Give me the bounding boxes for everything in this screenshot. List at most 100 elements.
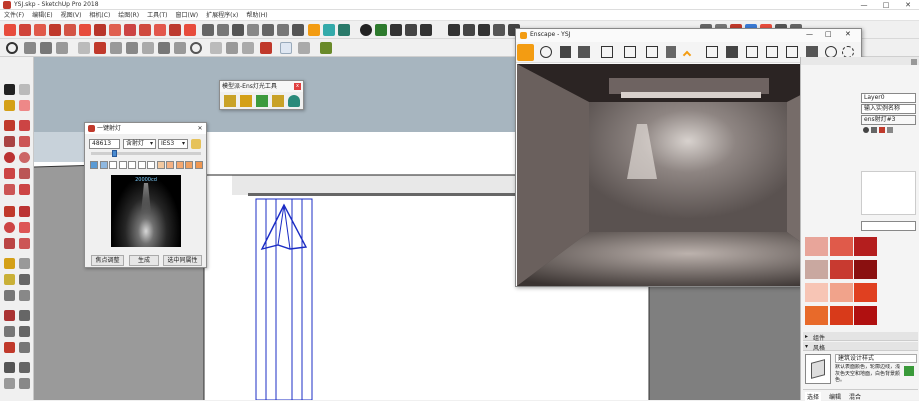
add-icon[interactable] xyxy=(360,24,372,36)
section-styles[interactable]: ▾ 风格 xyxy=(803,342,918,352)
generate-button[interactable]: 生成 xyxy=(129,255,159,266)
tool-icon[interactable] xyxy=(184,24,196,36)
tool-icon[interactable] xyxy=(4,24,16,36)
color-swatch[interactable] xyxy=(175,161,184,169)
section-components[interactable]: ▸ 组件 xyxy=(803,332,918,342)
color-swatch[interactable] xyxy=(137,161,146,169)
tool-icon[interactable] xyxy=(40,42,52,54)
menu-help[interactable]: 帮助(H) xyxy=(242,10,271,21)
tool-icon[interactable] xyxy=(202,24,214,36)
tool-icon[interactable] xyxy=(260,42,272,54)
tool-icon[interactable] xyxy=(19,120,30,131)
material-select[interactable] xyxy=(861,221,916,231)
instance-name-input[interactable]: 输入实例名称 xyxy=(861,104,916,114)
walk-mode-icon[interactable] xyxy=(540,46,552,58)
diamond-icon[interactable] xyxy=(390,24,402,36)
tape-measure-icon[interactable] xyxy=(4,258,15,269)
move-light-icon[interactable] xyxy=(256,95,268,107)
chevron-up-icon[interactable] xyxy=(682,50,692,60)
tool-icon[interactable] xyxy=(478,24,490,36)
tool-icon[interactable] xyxy=(786,46,798,58)
arc-icon[interactable] xyxy=(4,168,15,179)
tool-icon[interactable] xyxy=(298,42,310,54)
person-light-icon[interactable] xyxy=(288,95,300,107)
material-swatch[interactable] xyxy=(829,260,853,279)
material-swatch[interactable] xyxy=(805,237,828,256)
teapot-icon[interactable] xyxy=(24,42,36,54)
material-swatch[interactable] xyxy=(854,237,877,256)
color-swatch[interactable] xyxy=(118,161,127,169)
style-thumbnail[interactable] xyxy=(805,354,831,384)
material-swatch[interactable] xyxy=(805,283,828,302)
tool-icon[interactable] xyxy=(94,24,106,36)
tool-icon[interactable] xyxy=(19,258,30,269)
tool-icon[interactable] xyxy=(277,24,289,36)
menu-window[interactable]: 窗口(W) xyxy=(172,10,203,21)
tool-icon[interactable] xyxy=(94,42,106,54)
mail-icon[interactable] xyxy=(448,24,460,36)
tool-icon[interactable] xyxy=(110,42,122,54)
material-swatch[interactable] xyxy=(829,283,853,302)
light-type-select[interactable]: 含射灯 ▾ xyxy=(123,139,156,149)
tool-icon[interactable] xyxy=(280,42,292,54)
tool-icon[interactable] xyxy=(262,24,274,36)
menu-view[interactable]: 视图(V) xyxy=(57,10,86,21)
paint-bucket-icon[interactable] xyxy=(4,100,15,111)
material-swatch[interactable] xyxy=(854,306,877,325)
enscape-start-icon[interactable] xyxy=(308,24,320,36)
home-icon[interactable] xyxy=(517,44,534,61)
style-name-field[interactable]: 建筑设计样式 xyxy=(835,354,917,363)
maximize-button[interactable]: □ xyxy=(875,0,897,10)
close-button[interactable]: ✕ xyxy=(897,0,919,10)
tool-icon[interactable] xyxy=(493,24,505,36)
eraser-icon[interactable] xyxy=(19,100,30,111)
tool-icon[interactable] xyxy=(78,42,90,54)
tool-icon[interactable] xyxy=(405,24,417,36)
tool-icon[interactable] xyxy=(292,24,304,36)
select-light-icon[interactable] xyxy=(224,95,236,107)
cloud-icon[interactable] xyxy=(56,42,68,54)
tool-icon[interactable] xyxy=(887,127,893,133)
tool-icon[interactable] xyxy=(578,46,590,58)
tool-icon[interactable] xyxy=(19,184,30,195)
tool-icon[interactable] xyxy=(601,46,613,58)
tool-icon[interactable] xyxy=(320,42,332,54)
menu-tools[interactable]: 工具(T) xyxy=(143,10,171,21)
slider-handle[interactable] xyxy=(112,150,117,157)
pushpull-icon[interactable] xyxy=(19,206,30,217)
enscape-maximize-button[interactable]: □ xyxy=(825,30,832,38)
ens-toolbar-close-button[interactable]: x xyxy=(294,83,301,90)
tool-icon[interactable] xyxy=(158,42,170,54)
tool-icon[interactable] xyxy=(34,24,46,36)
tool-icon[interactable] xyxy=(190,42,202,54)
tool-icon[interactable] xyxy=(766,46,778,58)
protractor-icon[interactable] xyxy=(4,274,15,285)
color-swatch[interactable] xyxy=(99,161,108,169)
material-swatch[interactable] xyxy=(805,260,828,279)
tool-icon[interactable] xyxy=(879,127,885,133)
tool-icon[interactable] xyxy=(19,136,30,147)
pan-icon[interactable] xyxy=(19,310,30,321)
menu-camera[interactable]: 相机(C) xyxy=(85,10,114,21)
tool-icon[interactable] xyxy=(19,222,30,233)
material-swatch[interactable] xyxy=(829,237,853,256)
color-swatch[interactable] xyxy=(109,161,117,169)
tool-icon[interactable] xyxy=(338,24,350,36)
tool-icon[interactable] xyxy=(242,42,254,54)
select-same-button[interactable]: 选中同属性 xyxy=(163,255,202,266)
color-swatch[interactable] xyxy=(185,161,193,169)
paint-light-icon[interactable] xyxy=(240,95,252,107)
material-swatch[interactable] xyxy=(829,306,853,325)
tool-icon[interactable] xyxy=(19,342,30,353)
axes-icon[interactable] xyxy=(4,290,15,301)
tool-icon[interactable] xyxy=(142,42,154,54)
enscape-minimize-button[interactable]: — xyxy=(806,30,813,38)
material-swatch[interactable] xyxy=(854,283,877,302)
tool-icon[interactable] xyxy=(247,24,259,36)
refresh-icon[interactable] xyxy=(323,24,335,36)
intensity-slider[interactable] xyxy=(91,152,201,155)
tool-icon[interactable] xyxy=(746,46,758,58)
tool-icon[interactable] xyxy=(169,24,181,36)
material-swatch[interactable] xyxy=(805,306,828,325)
layer-select[interactable]: Layer0 xyxy=(861,93,916,103)
